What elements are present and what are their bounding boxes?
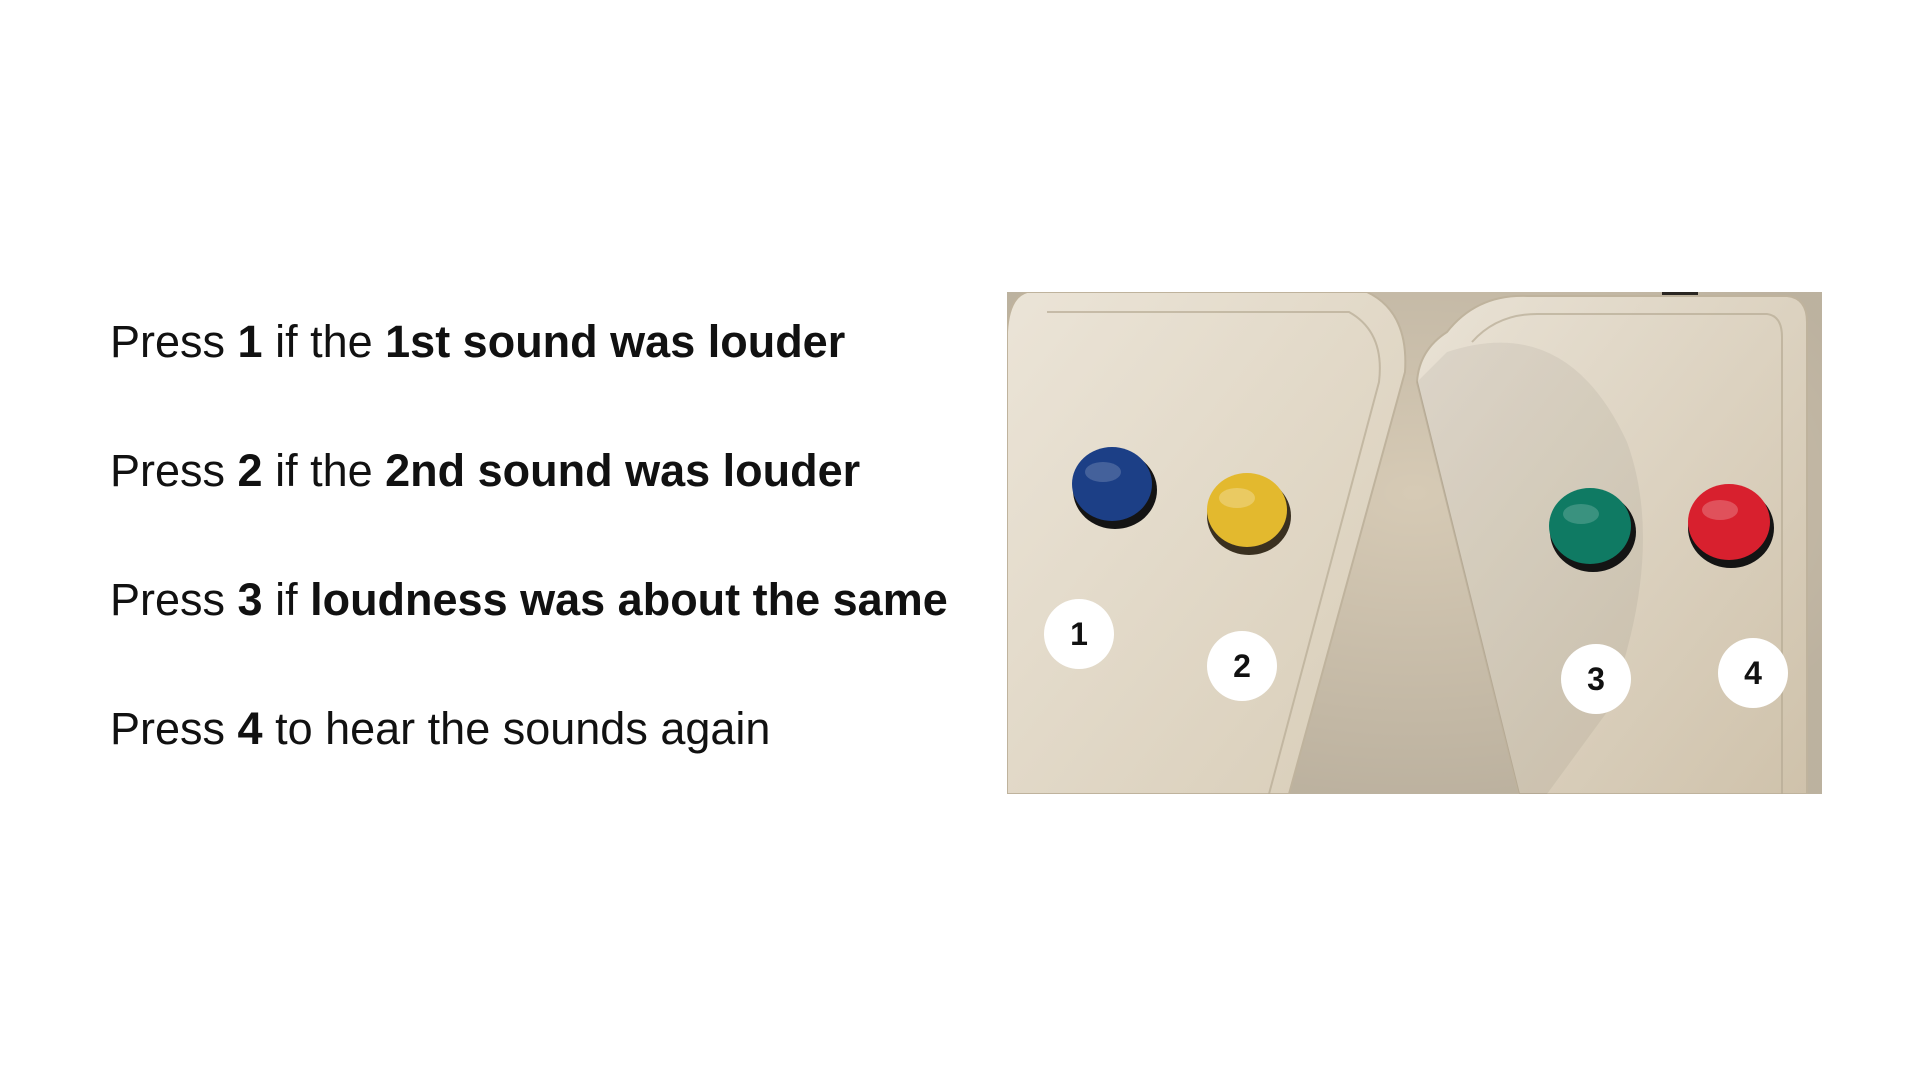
badge-2: 2 [1207, 631, 1277, 701]
badge-3: 3 [1561, 644, 1631, 714]
instruction-press-1: Press 1 if the 1st sound was louder [110, 310, 1010, 439]
instruction-press-4: Press 4 to hear the sounds again [110, 697, 1010, 826]
instruction-prefix: Press [110, 703, 238, 754]
instruction-emphasis: 2nd sound was louder [385, 445, 861, 496]
button-box-photo: 1 2 3 4 [1007, 292, 1822, 794]
badge-1: 1 [1044, 599, 1114, 669]
instruction-key: 3 [237, 574, 263, 625]
badge-3-label: 3 [1587, 661, 1605, 697]
badge-4: 4 [1718, 638, 1788, 708]
button-box-illustration: 1 2 3 4 [1007, 292, 1822, 794]
badge-2-label: 2 [1233, 648, 1251, 684]
instruction-emphasis: loudness was about the same [310, 574, 948, 625]
instruction-middle: if the [262, 445, 386, 496]
instruction-prefix: Press [110, 445, 238, 496]
instruction-prefix: Press [110, 316, 238, 367]
instruction-list: Press 1 if the 1st sound was louder Pres… [110, 310, 1010, 826]
instruction-middle: to hear the sounds again [262, 703, 771, 754]
instruction-slide: Press 1 if the 1st sound was louder Pres… [0, 0, 1920, 1080]
instruction-key: 4 [237, 703, 263, 754]
instruction-press-2: Press 2 if the 2nd sound was louder [110, 439, 1010, 568]
instruction-middle: if the [262, 316, 386, 367]
instruction-key: 1 [237, 316, 263, 367]
instruction-middle: if [262, 574, 311, 625]
instruction-key: 2 [237, 445, 263, 496]
badge-1-label: 1 [1070, 616, 1088, 652]
badge-4-label: 4 [1744, 655, 1762, 691]
instruction-press-3: Press 3 if loudness was about the same [110, 568, 1010, 697]
instruction-prefix: Press [110, 574, 238, 625]
instruction-emphasis: 1st sound was louder [385, 316, 846, 367]
